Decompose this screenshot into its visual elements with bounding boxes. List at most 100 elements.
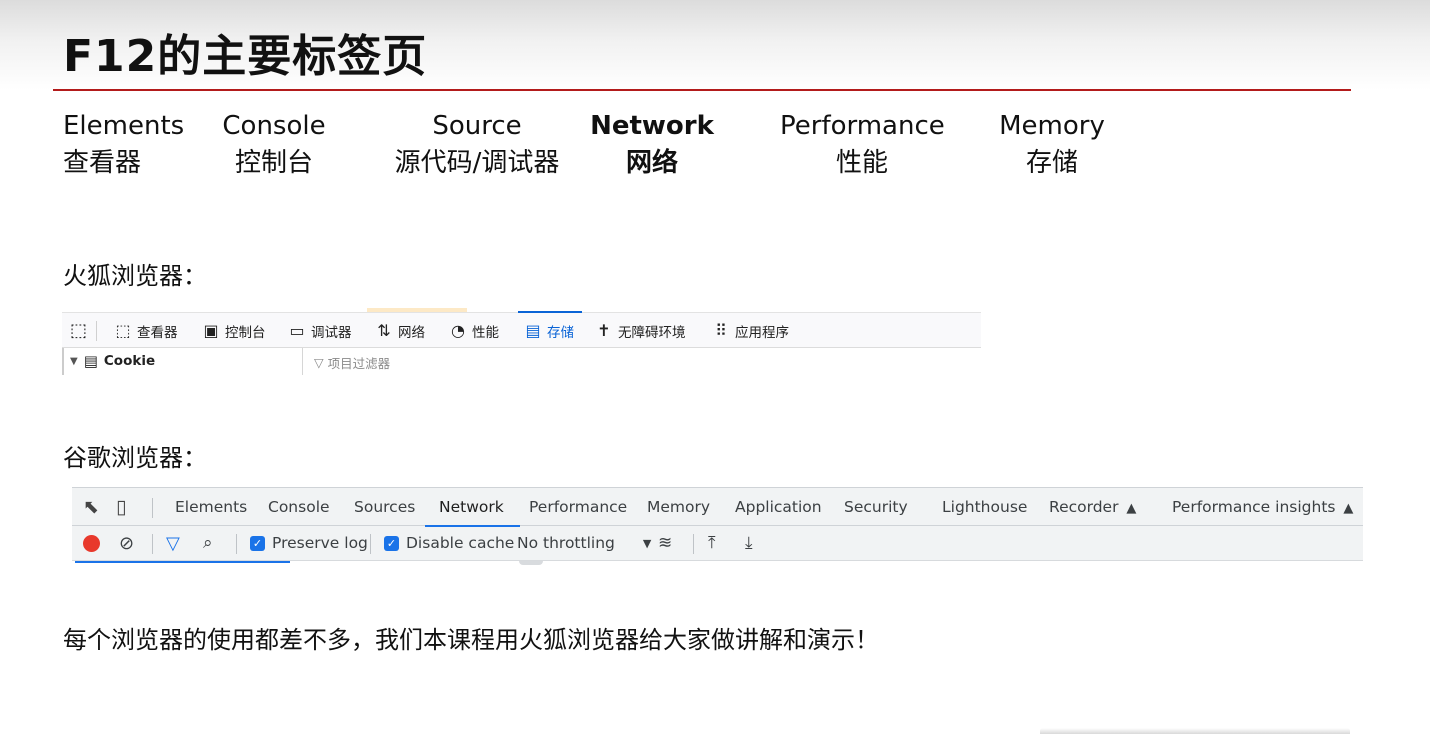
device-toolbar-icon[interactable]: ▯ xyxy=(116,488,126,526)
tab-en-label: Performance xyxy=(780,111,945,141)
toolbar-divider xyxy=(152,534,153,554)
tab-overview-source: Source 源代码/调试器 xyxy=(392,108,562,182)
tab-performance[interactable]: Performance xyxy=(529,488,627,526)
ff-tab-console[interactable]: ▣ 控制台 xyxy=(202,313,266,348)
expand-arrow-icon[interactable]: ▼ xyxy=(70,356,78,367)
network-icon: ⇅ xyxy=(377,320,391,340)
panel-divider xyxy=(302,348,303,375)
element-picker-icon[interactable]: ⬉ xyxy=(83,488,99,526)
toolbar-divider xyxy=(152,498,153,518)
checkbox-label: Preserve log xyxy=(272,534,368,552)
storage-icon: ▤ xyxy=(525,320,541,340)
tab-recorder[interactable]: Recorder ▲ xyxy=(1049,488,1136,526)
flask-icon: ▲ xyxy=(1126,501,1137,516)
tab-memory[interactable]: Memory xyxy=(647,488,710,526)
ff-tab-label: 控制台 xyxy=(225,324,266,341)
clear-icon: ⊘ xyxy=(119,533,135,554)
tab-sources[interactable]: Sources xyxy=(354,488,415,526)
network-conditions-button[interactable]: ≋ xyxy=(658,527,672,560)
storage-icon: ▤ xyxy=(83,352,98,370)
flask-icon: ▲ xyxy=(1343,501,1354,516)
tab-en-label: Source xyxy=(432,111,522,141)
tree-item-cookie[interactable]: ▼ ▤ Cookie xyxy=(70,352,155,370)
export-har-button[interactable]: ⤓ xyxy=(745,527,753,560)
ff-tab-network[interactable]: ⇅ 网络 xyxy=(375,313,425,348)
wifi-settings-icon: ≋ xyxy=(658,533,673,553)
tab-en-label: Elements xyxy=(63,111,185,141)
tab-en-label: Network xyxy=(590,111,714,141)
toolbar-divider xyxy=(236,534,237,554)
search-button[interactable]: ⌕ xyxy=(203,527,213,560)
ff-tab-performance[interactable]: ◔ 性能 xyxy=(449,313,499,348)
ff-tab-label: 查看器 xyxy=(137,324,178,341)
element-picker-icon[interactable]: ⬚ xyxy=(70,321,90,341)
tab-zh-label: 源代码/调试器 xyxy=(394,148,560,178)
network-panel-top xyxy=(72,560,1363,569)
firefox-toolbar: ⬚ ⬚ 查看器 ▣ 控制台 ▭ 调试器 ⇅ 网络 ◔ 性能 ▤ 存储 ✝ 无障碍… xyxy=(62,311,981,348)
tab-zh-label: 网络 xyxy=(625,148,678,178)
tab-lighthouse[interactable]: Lighthouse xyxy=(942,488,1027,526)
chrome-devtools-screenshot: ⬉ ▯ Elements Console Sources Network Per… xyxy=(72,487,1363,569)
checkbox-checked-icon: ✓ xyxy=(250,536,265,551)
tab-en-label: Console xyxy=(222,111,326,141)
checkbox-label: Disable cache xyxy=(406,534,515,552)
tab-overview-elements: Elements 查看器 xyxy=(63,108,184,182)
item-filter-input[interactable]: ▽ 项目过滤器 xyxy=(314,353,390,372)
decorative-shadow xyxy=(1040,728,1350,734)
chrome-label: 谷歌浏览器： xyxy=(63,444,207,472)
preserve-log-checkbox[interactable]: ✓ Preserve log xyxy=(250,527,368,560)
tab-application[interactable]: Application xyxy=(735,488,822,526)
import-har-button[interactable]: ⤒ xyxy=(708,527,716,560)
record-icon xyxy=(83,535,100,552)
ff-tab-label: 性能 xyxy=(472,324,499,341)
page-title: F12的主要标签页 xyxy=(63,31,428,82)
tab-elements[interactable]: Elements xyxy=(175,488,247,526)
filter-icon: ▽ xyxy=(314,355,324,370)
disable-cache-checkbox[interactable]: ✓ Disable cache xyxy=(384,527,514,560)
toolbar-divider xyxy=(96,321,97,341)
tab-label: Recorder xyxy=(1049,498,1119,516)
throttling-value: No throttling xyxy=(517,534,615,552)
ff-tab-inspector[interactable]: ⬚ 查看器 xyxy=(114,313,178,348)
search-icon: ⌕ xyxy=(203,533,213,553)
selection-indicator xyxy=(75,561,290,563)
tab-overview-performance: Performance 性能 xyxy=(780,108,945,182)
ff-tab-debugger[interactable]: ▭ 调试器 xyxy=(288,313,351,348)
accessibility-icon: ✝ xyxy=(597,320,611,340)
chrome-tab-strip: ⬉ ▯ Elements Console Sources Network Per… xyxy=(72,487,1363,527)
console-icon: ▣ xyxy=(203,320,219,340)
toolbar-divider xyxy=(693,534,694,554)
throttling-select[interactable]: No throttling ▼ xyxy=(517,527,651,560)
tab-overview-console: Console 控制台 xyxy=(220,108,328,182)
tab-overview-memory: Memory 存储 xyxy=(996,108,1108,182)
filter-button[interactable]: ▽ xyxy=(166,527,180,560)
performance-icon: ◔ xyxy=(451,320,465,340)
tab-zh-label: 存储 xyxy=(1025,148,1078,178)
tab-console[interactable]: Console xyxy=(268,488,330,526)
ff-tab-storage[interactable]: ▤ 存储 xyxy=(518,311,582,348)
resize-handle[interactable] xyxy=(519,561,543,565)
ff-tab-accessibility[interactable]: ✝ 无障碍环境 xyxy=(595,313,686,348)
dropdown-arrow-icon: ▼ xyxy=(642,537,652,550)
ff-tab-label: 网络 xyxy=(398,324,425,341)
summary-text: 每个浏览器的使用都差不多，我们本课程用火狐浏览器给大家做讲解和演示！ xyxy=(63,626,879,654)
filter-placeholder: 项目过滤器 xyxy=(327,356,391,371)
ff-tab-label: 存储 xyxy=(547,324,574,341)
tab-security[interactable]: Security xyxy=(844,488,908,526)
tree-item-label: Cookie xyxy=(103,353,156,369)
tab-overview-network: Network 网络 xyxy=(590,108,714,182)
tab-zh-label: 查看器 xyxy=(63,148,142,178)
ff-tab-label: 无障碍环境 xyxy=(618,324,686,341)
record-button[interactable] xyxy=(83,527,100,560)
filter-icon: ▽ xyxy=(166,533,180,554)
clear-button[interactable]: ⊘ xyxy=(119,527,134,560)
application-icon: ⠿ xyxy=(715,320,727,340)
network-toolbar: ⊘ ▽ ⌕ ✓ Preserve log ✓ Disable cache No … xyxy=(72,527,1363,560)
ff-tab-application[interactable]: ⠿ 应用程序 xyxy=(712,313,789,348)
tab-network[interactable]: Network xyxy=(425,488,520,527)
tab-performance-insights[interactable]: Performance insights ▲ xyxy=(1172,488,1353,526)
toolbar-divider xyxy=(370,534,371,554)
tab-label: Performance insights xyxy=(1172,498,1336,516)
debugger-icon: ▭ xyxy=(289,320,305,340)
firefox-label: 火狐浏览器： xyxy=(63,262,207,290)
